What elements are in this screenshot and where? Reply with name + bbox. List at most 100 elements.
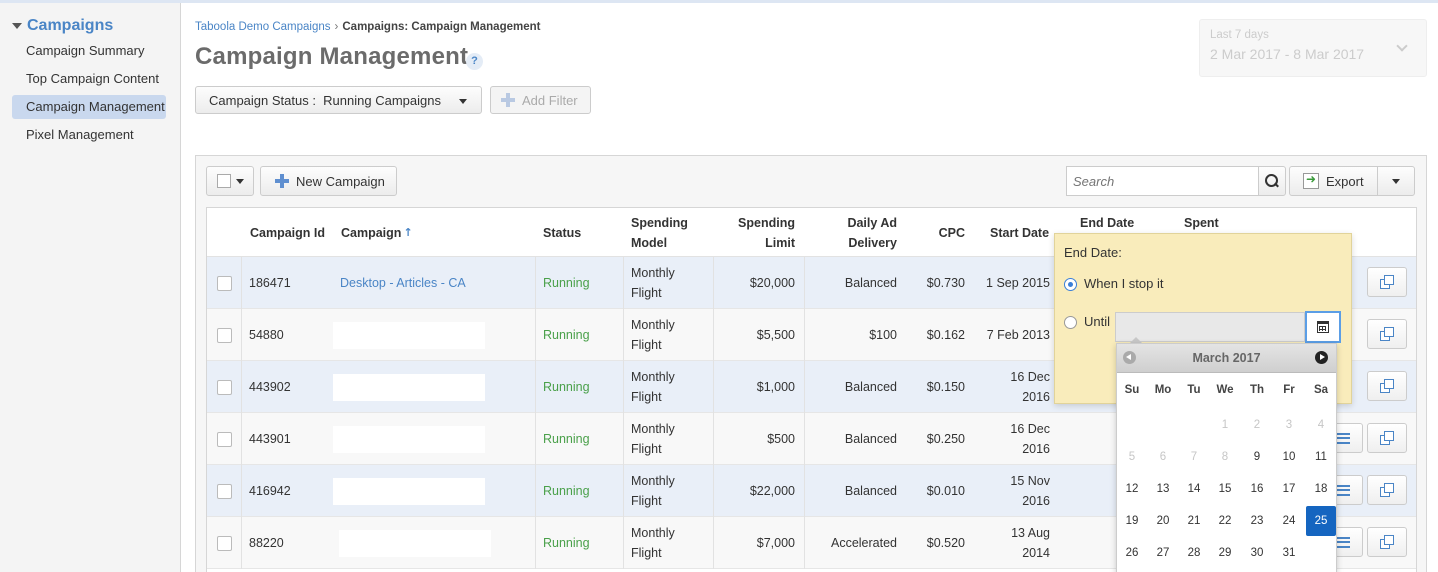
date-range-value: 2 Mar 2017 - 8 Mar 2017: [1210, 46, 1365, 62]
sidebar: Campaigns Campaign Summary Top Campaign …: [0, 3, 181, 572]
cell-status: Running: [543, 328, 590, 342]
cell-campaign-id: 443902: [249, 380, 291, 394]
campaign-status-filter-label: Campaign Status : Running Campaigns: [209, 92, 441, 108]
search-input[interactable]: [1066, 166, 1259, 196]
cell-start-date: 16 Dec 2016: [1010, 422, 1050, 456]
radio-until[interactable]: [1064, 316, 1077, 329]
calendar-day-15[interactable]: 15: [1210, 474, 1240, 504]
calendar-day-17[interactable]: 17: [1274, 474, 1304, 504]
column-header-start-date[interactable]: Start Date: [990, 208, 1060, 257]
help-icon[interactable]: ?: [466, 53, 483, 70]
calendar-day-16[interactable]: 16: [1242, 474, 1272, 504]
calendar-day-28[interactable]: 28: [1179, 538, 1209, 568]
column-divider: [623, 517, 624, 569]
copy-icon: [1380, 275, 1394, 289]
calendar-day-27[interactable]: 27: [1148, 538, 1178, 568]
column-header-status[interactable]: Status: [543, 208, 613, 257]
caret-down-icon: [1392, 178, 1400, 184]
column-header-spending-limit[interactable]: Spending Limit: [717, 208, 795, 257]
sidebar-item-pixel-management[interactable]: Pixel Management: [12, 123, 166, 147]
search-button[interactable]: [1258, 166, 1286, 196]
calendar-day-10[interactable]: 10: [1274, 442, 1304, 472]
column-divider: [535, 413, 536, 465]
cell-campaign-name[interactable]: Desktop - Articles - CA: [340, 257, 466, 309]
calendar-day-9[interactable]: 9: [1242, 442, 1272, 472]
calendar-day-18[interactable]: 18: [1306, 474, 1336, 504]
select-all-dropdown[interactable]: [206, 166, 254, 196]
calendar-day-19[interactable]: 19: [1117, 506, 1147, 536]
export-dropdown-button[interactable]: [1377, 166, 1415, 196]
duplicate-button[interactable]: [1367, 423, 1407, 453]
next-month-icon[interactable]: [1315, 351, 1328, 364]
breadcrumb-current: Campaigns: Campaign Management: [342, 21, 541, 33]
calendar-day-26[interactable]: 26: [1117, 538, 1147, 568]
row-checkbox[interactable]: [217, 276, 232, 291]
cell-daily-ad-delivery: $100: [869, 328, 897, 342]
calendar-day-29[interactable]: 29: [1210, 538, 1240, 568]
calendar-day-21[interactable]: 21: [1179, 506, 1209, 536]
duplicate-button[interactable]: [1367, 527, 1407, 557]
search-icon: [1265, 174, 1279, 188]
option-until-label[interactable]: Until: [1084, 314, 1110, 329]
column-header-campaign-id[interactable]: Campaign Id: [250, 208, 335, 257]
column-header-campaign[interactable]: Campaign ↑: [341, 208, 461, 257]
option-when-i-stop-it-label[interactable]: When I stop it: [1084, 276, 1163, 291]
calendar-day-25[interactable]: 25: [1306, 506, 1336, 536]
cell-status: Running: [543, 536, 590, 550]
add-filter-button[interactable]: Add Filter: [490, 86, 591, 114]
calendar-day-5: 5: [1128, 451, 1136, 463]
previous-month-icon[interactable]: [1123, 351, 1136, 364]
radio-when-i-stop-it[interactable]: [1064, 278, 1077, 291]
column-divider: [623, 361, 624, 413]
calendar-day-24[interactable]: 24: [1274, 506, 1304, 536]
column-header-cpc[interactable]: CPC: [917, 208, 965, 257]
row-checkbox[interactable]: [217, 484, 232, 499]
duplicate-button[interactable]: [1367, 267, 1407, 297]
row-checkbox[interactable]: [217, 432, 232, 447]
duplicate-button[interactable]: [1367, 319, 1407, 349]
campaign-status-filter[interactable]: Campaign Status : Running Campaigns: [195, 86, 482, 114]
calendar-day-14[interactable]: 14: [1179, 474, 1209, 504]
duplicate-button[interactable]: [1367, 371, 1407, 401]
row-checkbox[interactable]: [217, 536, 232, 551]
column-header-daily-ad-delivery[interactable]: Daily Ad Delivery: [813, 208, 897, 257]
column-divider: [804, 517, 805, 569]
column-divider: [535, 361, 536, 413]
calendar-day-20[interactable]: 20: [1148, 506, 1178, 536]
select-all-checkbox[interactable]: [217, 174, 231, 188]
cell-start-date: 7 Feb 2013: [986, 328, 1050, 342]
open-calendar-button[interactable]: [1305, 311, 1341, 343]
column-divider: [713, 309, 714, 361]
cell-campaign-id: 186471: [249, 276, 291, 290]
calendar-day-2: 2: [1253, 419, 1261, 431]
breadcrumb-root-link[interactable]: Taboola Demo Campaigns: [195, 21, 331, 33]
sidebar-heading-label: Campaigns: [27, 17, 114, 34]
calendar-day-13[interactable]: 13: [1148, 474, 1178, 504]
calendar-day-12[interactable]: 12: [1117, 474, 1147, 504]
calendar-day-11[interactable]: 11: [1306, 442, 1336, 472]
row-checkbox[interactable]: [217, 328, 232, 343]
calendar-weekday-tu: Tu: [1187, 384, 1201, 396]
calendar-day-1: 1: [1221, 419, 1229, 431]
calendar-day-31[interactable]: 31: [1274, 538, 1304, 568]
until-date-input[interactable]: [1115, 312, 1305, 342]
sidebar-item-top-campaign-content[interactable]: Top Campaign Content: [12, 67, 166, 91]
cell-cpc: $0.250: [926, 432, 965, 446]
sidebar-heading-campaigns[interactable]: Campaigns: [12, 17, 113, 35]
page-title: Campaign Management: [195, 43, 469, 70]
column-header-spending-model[interactable]: Spending Model: [631, 208, 701, 257]
column-divider: [241, 413, 242, 465]
date-range-picker[interactable]: Last 7 days 2 Mar 2017 - 8 Mar 2017: [1199, 19, 1427, 77]
calendar-day-30[interactable]: 30: [1242, 538, 1272, 568]
column-divider: [241, 361, 242, 413]
duplicate-button[interactable]: [1367, 475, 1407, 505]
calendar-day-23[interactable]: 23: [1242, 506, 1272, 536]
list-icon: [1336, 536, 1350, 548]
redacted-campaign-name: [333, 374, 485, 401]
sidebar-item-campaign-management[interactable]: Campaign Management: [12, 95, 166, 119]
row-checkbox[interactable]: [217, 380, 232, 395]
calendar-day-22[interactable]: 22: [1210, 506, 1240, 536]
new-campaign-button[interactable]: New Campaign: [260, 166, 397, 196]
sidebar-item-campaign-summary[interactable]: Campaign Summary: [12, 39, 166, 63]
export-button[interactable]: Export: [1289, 166, 1378, 196]
